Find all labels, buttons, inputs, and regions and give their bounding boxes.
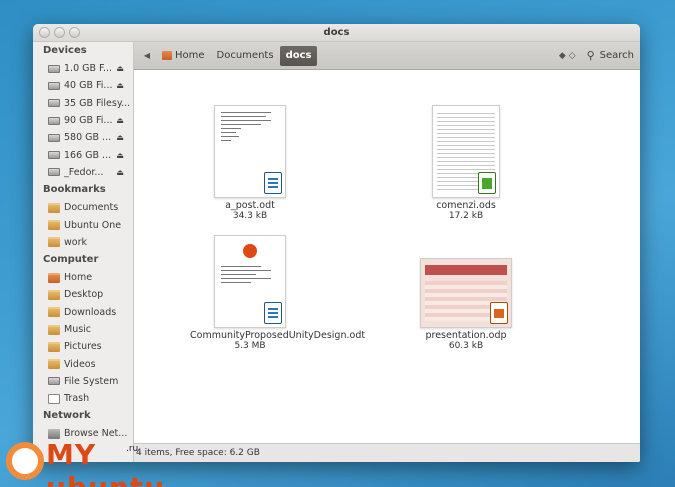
ubuntu-logo-icon xyxy=(243,244,257,258)
sidebar-item-device-5[interactable]: 580 GB ... ⏏ xyxy=(33,129,133,146)
sidebar-item-device-3[interactable]: 35 GB Filesy... xyxy=(33,95,133,112)
sidebar-item-file-system[interactable]: File System xyxy=(33,373,133,390)
window-title: docs xyxy=(323,27,350,38)
network-heading: Network xyxy=(43,410,91,422)
file-item-presentation[interactable]: presentation.odp 60.3 kB xyxy=(396,258,536,351)
watermark-suffix: .ru xyxy=(126,444,139,454)
ubuntu-circle-logo-icon xyxy=(6,442,44,480)
file-size: 17.2 kB xyxy=(448,211,484,221)
sidebar-item-device-6[interactable]: 166 GB ... ⏏ xyxy=(33,146,133,163)
sidebar-item-ubuntu-one[interactable]: Ubuntu One xyxy=(33,216,133,233)
sidebar-item-documents[interactable]: Documents xyxy=(33,199,133,216)
drive-icon xyxy=(48,151,60,160)
sidebar-item-home[interactable]: Home xyxy=(33,269,133,286)
eject-icon[interactable]: ⏏ xyxy=(113,168,127,177)
sidebar-item-device-2[interactable]: 40 GB Fi... ⏏ xyxy=(33,77,133,94)
close-button[interactable] xyxy=(39,27,50,38)
presentation-thumbnail xyxy=(420,258,512,328)
sidebar-item-desktop[interactable]: Desktop xyxy=(33,286,133,303)
search-button[interactable]: Search xyxy=(600,50,634,61)
back-arrow-icon[interactable]: ◀ xyxy=(138,51,156,60)
document-thumbnail xyxy=(214,105,286,198)
toolbar: ◀ Home Documents docs ◆ ◇ ⚲ Search xyxy=(134,42,640,70)
breadcrumb-docs[interactable]: docs xyxy=(279,45,318,66)
folder-icon xyxy=(48,307,60,318)
writer-document-icon xyxy=(264,172,282,194)
sidebar-item-trash[interactable]: Trash xyxy=(33,390,133,407)
folder-icon xyxy=(48,359,60,370)
sidebar-item-music[interactable]: Music xyxy=(33,321,133,338)
drive-icon xyxy=(48,99,60,108)
devices-heading: Devices xyxy=(43,45,87,56)
eject-icon[interactable]: ⏏ xyxy=(113,133,127,142)
sidebar-item-device-1[interactable]: 1.0 GB F... ⏏ xyxy=(33,60,133,77)
impress-presentation-icon xyxy=(490,302,508,324)
drive-icon xyxy=(48,64,60,73)
writer-document-icon xyxy=(264,302,282,324)
title-bar: docs xyxy=(33,24,640,42)
file-name: presentation.odp xyxy=(425,330,507,341)
sidebar-item-device-7[interactable]: _Fedor... ⏏ xyxy=(33,164,133,181)
file-name: CommunityProposedUnityDesign.odt xyxy=(190,330,366,341)
eject-icon[interactable]: ⏏ xyxy=(113,64,127,73)
eject-icon[interactable]: ⏏ xyxy=(113,151,127,160)
eject-icon[interactable]: ⏏ xyxy=(113,116,127,125)
trash-icon xyxy=(48,393,60,404)
drive-icon xyxy=(48,81,60,90)
sidebar: Devices 1.0 GB F... ⏏ 40 GB Fi... ⏏ 35 GB … xyxy=(33,42,134,462)
drive-icon xyxy=(48,116,60,125)
file-name: a_post.odt xyxy=(225,200,275,211)
folder-icon xyxy=(48,202,60,213)
drive-icon xyxy=(48,168,60,177)
home-icon xyxy=(162,51,172,60)
computer-heading: Computer xyxy=(43,253,99,265)
spreadsheet-thumbnail xyxy=(432,105,500,198)
folder-icon xyxy=(48,220,60,231)
window-controls xyxy=(39,27,80,38)
file-item-comenzi[interactable]: comenzi.ods 17.2 kB xyxy=(406,105,526,221)
file-size: 34.3 kB xyxy=(232,211,268,221)
minimize-button[interactable] xyxy=(54,27,65,38)
maximize-button[interactable] xyxy=(69,27,80,38)
eject-icon[interactable]: ⏏ xyxy=(113,81,127,90)
document-thumbnail xyxy=(214,235,286,328)
myubuntu-watermark: MY ubuntu .ru xyxy=(6,438,176,487)
drive-icon xyxy=(48,377,60,386)
sidebar-item-work[interactable]: work xyxy=(33,234,133,251)
sidebar-item-pictures[interactable]: Pictures xyxy=(33,338,133,355)
file-item-a-post[interactable]: a_post.odt 34.3 kB xyxy=(190,105,310,221)
folder-icon xyxy=(48,324,60,335)
sidebar-item-device-4[interactable]: 90 GB Fi... ⏏ xyxy=(33,112,133,129)
file-size: 5.3 MB xyxy=(234,341,266,351)
file-manager-window: docs Devices 1.0 GB F... ⏏ 40 GB Fi... ⏏ 3… xyxy=(33,24,640,462)
bookmarks-heading: Bookmarks xyxy=(43,184,106,196)
breadcrumb-documents[interactable]: Documents xyxy=(211,46,280,66)
folder-icon xyxy=(48,289,60,300)
search-icon[interactable]: ⚲ xyxy=(584,49,598,62)
navigate-arrows-icon[interactable]: ◆ ◇ xyxy=(559,51,576,61)
breadcrumb-home[interactable]: Home xyxy=(156,46,211,66)
watermark-text: MY ubuntu xyxy=(46,438,164,487)
home-folder-icon xyxy=(48,272,60,283)
sidebar-item-videos[interactable]: Videos xyxy=(33,355,133,372)
file-view[interactable]: a_post.odt 34.3 kB comenzi.ods 17.2 kB C… xyxy=(134,70,640,458)
status-bar: 4 items, Free space: 6.2 GB xyxy=(134,443,640,462)
file-name: comenzi.ods xyxy=(436,200,496,211)
file-item-community-design[interactable]: CommunityProposedUnityDesign.odt 5.3 MB xyxy=(190,235,366,351)
drive-icon xyxy=(48,133,60,142)
sidebar-item-downloads[interactable]: Downloads xyxy=(33,304,133,321)
folder-icon xyxy=(48,341,60,352)
toolbar-right: ◆ ◇ ⚲ Search xyxy=(559,49,634,62)
folder-icon xyxy=(48,237,60,248)
calc-spreadsheet-icon xyxy=(478,172,496,194)
file-size: 60.3 kB xyxy=(448,341,484,351)
